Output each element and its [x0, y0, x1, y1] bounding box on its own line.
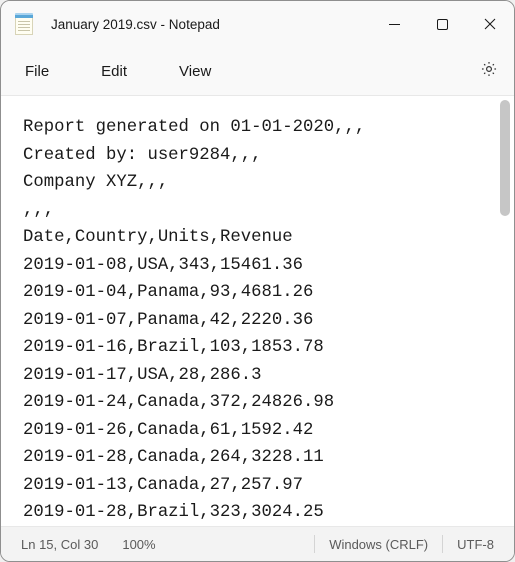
settings-button[interactable] — [474, 54, 504, 89]
maximize-button[interactable] — [418, 1, 466, 47]
notepad-icon — [15, 13, 33, 35]
statusbar: Ln 15, Col 30 100% Windows (CRLF) UTF-8 — [1, 527, 514, 561]
status-encoding[interactable]: UTF-8 — [445, 537, 506, 552]
window-controls — [370, 1, 514, 47]
menubar: File Edit View — [1, 47, 514, 95]
scrollbar-thumb[interactable] — [500, 100, 510, 216]
menu-edit[interactable]: Edit — [95, 59, 133, 84]
window-title: January 2019.csv - Notepad — [51, 17, 370, 32]
minimize-button[interactable] — [370, 1, 418, 47]
scrollbar-vertical[interactable] — [500, 96, 514, 526]
editor-area: Report generated on 01-01-2020,,, Create… — [1, 95, 514, 527]
text-editor[interactable]: Report generated on 01-01-2020,,, Create… — [1, 96, 500, 526]
status-separator — [314, 535, 315, 553]
status-separator — [442, 535, 443, 553]
status-cursor-position: Ln 15, Col 30 — [21, 537, 110, 552]
status-zoom[interactable]: 100% — [110, 537, 167, 552]
gear-icon — [480, 60, 498, 78]
notepad-window: January 2019.csv - Notepad File Edit Vie… — [0, 0, 515, 562]
close-button[interactable] — [466, 1, 514, 47]
menu-file[interactable]: File — [19, 59, 55, 84]
titlebar[interactable]: January 2019.csv - Notepad — [1, 1, 514, 47]
menu-view[interactable]: View — [173, 59, 217, 84]
status-line-ending[interactable]: Windows (CRLF) — [317, 537, 440, 552]
